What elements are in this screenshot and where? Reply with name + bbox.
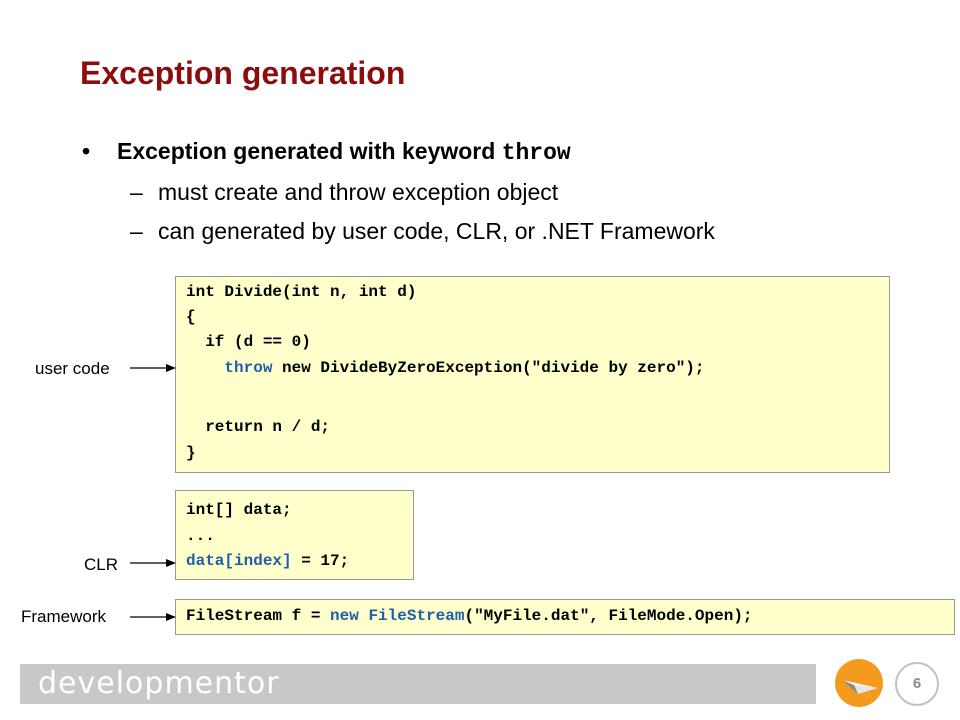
bullet-dot: • <box>82 138 91 164</box>
code-box-user: int Divide(int n, int d) { if (d == 0) t… <box>175 276 890 473</box>
code-keyword: new <box>330 607 359 625</box>
code-text: FileStream f = <box>186 607 331 625</box>
code-text: = 17; <box>291 552 350 570</box>
brand-wordmark: developmentor <box>38 666 280 701</box>
code-line: if (d == 0) <box>186 333 311 351</box>
bullet-text: Exception generated with keyword throw <box>117 138 571 166</box>
code-line: int[] data; <box>186 501 292 519</box>
label-user-code: user code <box>35 359 110 378</box>
code-line: ... <box>186 527 215 545</box>
code-line: throw new DivideByZeroException("divide … <box>186 359 705 377</box>
label-framework: Framework <box>21 607 107 626</box>
page-number: 6 <box>895 662 939 706</box>
arrow-right-icon <box>130 559 176 567</box>
code-box-framework: FileStream f = new FileStream("MyFile.da… <box>175 599 955 635</box>
code-text: new DivideByZeroException("divide by zer… <box>272 359 705 377</box>
arrow-right-icon <box>130 613 176 621</box>
code-keyword: FileStream <box>368 607 465 625</box>
code-box-clr: int[] data; ... data[index] = 17; <box>175 490 414 580</box>
sub-bullet-text: must create and throw exception object <box>158 179 559 205</box>
paper-plane-icon <box>835 659 883 707</box>
code-keyword: data[index] <box>186 552 292 570</box>
code-line: { <box>186 308 196 326</box>
code-line: FileStream f = new FileStream("MyFile.da… <box>186 607 753 625</box>
code-line: data[index] = 17; <box>186 552 349 570</box>
code-keyword: throw <box>224 359 273 377</box>
sub-bullet-dash: – <box>130 218 143 244</box>
sub-bullet-text: can generated by user code, CLR, or .NET… <box>158 218 715 244</box>
bullet-keyword: throw <box>501 140 571 166</box>
bullet-text-main: Exception generated with keyword <box>117 138 502 164</box>
sub-bullet-dash: – <box>130 179 143 205</box>
code-line: int Divide(int n, int d) <box>186 283 417 301</box>
label-clr: CLR <box>84 555 119 574</box>
arrow-right-icon <box>130 364 176 372</box>
code-text: ("MyFile.dat", FileMode.Open); <box>464 607 753 625</box>
code-line: } <box>186 444 196 462</box>
slide-title: Exception generation <box>80 55 406 91</box>
code-line: return n / d; <box>186 418 331 436</box>
